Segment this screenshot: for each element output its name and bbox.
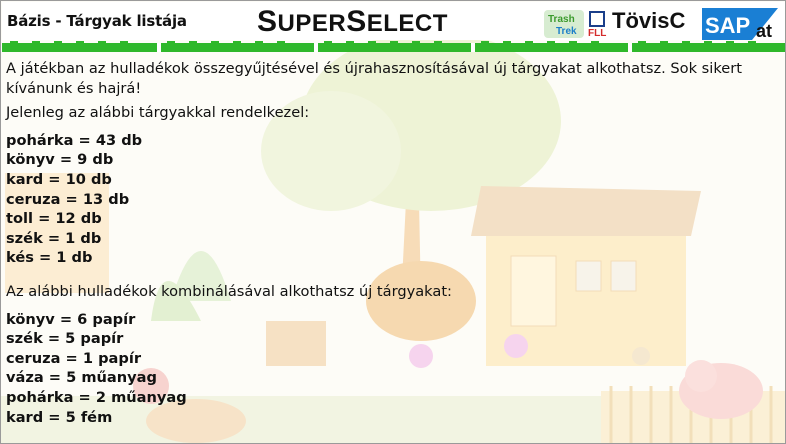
recipe-item: pohárka = 2 műanyag <box>6 388 187 406</box>
inventory-item: ceruza = 13 db <box>6 190 130 208</box>
inventory-list: pohárka = 43 db könyv = 9 db kard = 10 d… <box>6 131 776 268</box>
inventory-item: kard = 10 db <box>6 170 112 188</box>
sap-logo-text: SAP <box>705 13 750 38</box>
sap-logo-suffix: at <box>756 21 772 40</box>
recipe-item: szék = 5 papír <box>6 330 124 348</box>
app-window: Bázis - Tárgyak listája SUPERSELECT Tras… <box>0 0 786 444</box>
green-divider <box>2 41 785 52</box>
intro-text: A játékban az hulladékok összegyűjtéséve… <box>6 60 742 97</box>
recipe-list: könyv = 6 papír szék = 5 papír ceruza = … <box>6 310 776 428</box>
combos-heading: Az alábbi hulladékok kombinálásával alko… <box>6 282 452 300</box>
tovis-logo: TövisC <box>612 8 685 33</box>
inventory-item: könyv = 9 db <box>6 151 114 169</box>
fll-logo-text: FLL <box>588 28 606 39</box>
recipe-item: kard = 5 fém <box>6 408 113 426</box>
recipe-item: könyv = 6 papír <box>6 310 136 328</box>
inventory-item: szék = 1 db <box>6 229 102 247</box>
inventory-item: kés = 1 db <box>6 249 93 267</box>
items-heading: Jelenleg az alábbi tárgyakkal rendelkeze… <box>6 104 310 122</box>
main-content: A játékban az hulladékok összegyűjtéséve… <box>6 59 776 427</box>
recipe-item: ceruza = 1 papír <box>6 349 142 367</box>
tovis-logo-text: TövisC <box>612 8 685 33</box>
page-title: Bázis - Tárgyak listája <box>7 12 187 30</box>
superselect-logo: SUPERSELECT <box>257 5 448 38</box>
header-bar: Bázis - Tárgyak listája SUPERSELECT Tras… <box>2 2 785 40</box>
inventory-item: toll = 12 db <box>6 210 102 228</box>
fll-logo: FLL <box>588 11 606 39</box>
sponsor-logos: Trash Trek FLL TövisC SAP at <box>544 8 778 40</box>
sap-logo: SAP at <box>702 8 778 40</box>
trashtrek-logo-top: Trash <box>548 14 575 25</box>
inventory-item: pohárka = 43 db <box>6 131 143 149</box>
recipe-item: váza = 5 műanyag <box>6 369 157 387</box>
trashtrek-logo: Trash Trek <box>544 10 584 38</box>
trashtrek-logo-bottom: Trek <box>556 26 577 37</box>
